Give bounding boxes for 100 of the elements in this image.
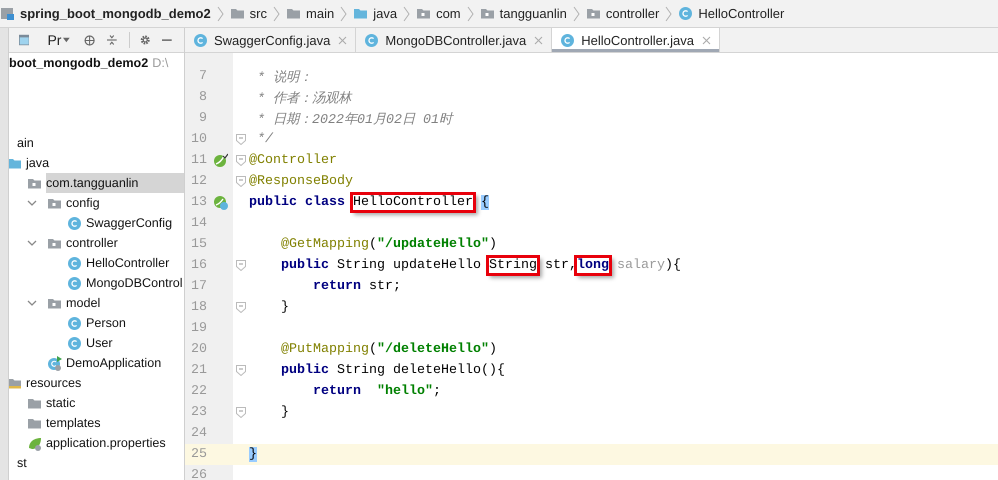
breadcrumb-item[interactable]: HelloController <box>698 6 784 21</box>
folder-icon <box>230 6 245 21</box>
fold-icon[interactable] <box>236 134 246 145</box>
tree-item[interactable]: templates <box>46 413 184 433</box>
editor-tab[interactable]: SwaggerConfig.java <box>185 28 356 52</box>
fold-icon[interactable] <box>236 302 246 313</box>
dropdown-icon[interactable] <box>63 37 70 43</box>
chevron-icon <box>572 6 580 22</box>
fold-icon[interactable] <box>236 407 246 418</box>
line-number: 17 <box>190 278 207 296</box>
code-line: return str; <box>312 279 401 294</box>
tree-item[interactable]: com.tangguanlin <box>46 173 184 193</box>
line-number: 19 <box>190 320 207 338</box>
module-icon <box>0 6 15 21</box>
line-number: 10 <box>190 131 207 149</box>
annotated-code: HelloController <box>352 195 473 210</box>
code-line: * 作者：汤观林 <box>256 90 351 106</box>
breadcrumb-item[interactable]: com <box>436 6 461 21</box>
crosshair-icon[interactable] <box>84 32 96 48</box>
chevron-icon <box>216 6 224 22</box>
line-number: 14 <box>190 215 207 233</box>
line-number: 8 <box>198 89 207 107</box>
line-number: 23 <box>190 404 207 422</box>
code-text: public class <box>249 195 346 210</box>
fold-icon[interactable] <box>236 365 246 376</box>
breadcrumb-item[interactable]: spring_boot_mongodb_demo2 <box>20 6 211 21</box>
tree-item[interactable]: MongoDBControl <box>86 273 184 293</box>
code-line: */ <box>256 132 273 147</box>
tree-item[interactable]: config <box>66 193 184 213</box>
code-text: String updateHello <box>337 258 482 273</box>
fold-icon[interactable] <box>236 176 246 187</box>
class-icon <box>67 256 82 270</box>
line-number: 24 <box>190 425 207 443</box>
line-number: 16 <box>190 257 207 275</box>
close-icon[interactable] <box>534 36 544 44</box>
folder-icon <box>286 6 302 21</box>
code-line: @ResponseBody <box>249 174 353 189</box>
chevron-icon <box>466 6 474 22</box>
project-root-name[interactable]: boot_mongodb_demo2 <box>9 56 148 70</box>
close-icon[interactable] <box>338 36 348 44</box>
chevron-icon[interactable] <box>27 198 37 208</box>
fold-icon[interactable] <box>236 260 246 271</box>
project-path: D:\ <box>152 56 168 70</box>
tree-item[interactable]: model <box>66 293 184 313</box>
line-number: 9 <box>198 110 207 128</box>
code-line: * 说明： <box>256 69 312 86</box>
line-number: 13 <box>190 194 207 212</box>
run-class-icon <box>47 356 62 370</box>
tree-item[interactable]: java <box>26 153 184 173</box>
fold-icon[interactable] <box>236 155 246 166</box>
code-line: } <box>280 405 289 420</box>
class-icon <box>678 6 694 21</box>
breadcrumb-item[interactable]: controller <box>606 6 660 21</box>
tree-item[interactable]: User <box>86 333 184 353</box>
editor-tab[interactable]: HelloController.java <box>552 28 720 52</box>
code-line: return "hello"; <box>312 384 441 399</box>
view-selector[interactable]: Pr <box>47 32 62 48</box>
leaf-icon <box>27 436 42 450</box>
breadcrumb-item[interactable]: src <box>250 6 268 21</box>
line-number: 21 <box>190 362 207 380</box>
chevron-icon <box>665 6 672 22</box>
code-text: ){ <box>664 258 681 273</box>
tree-item[interactable]: SwaggerConfig <box>86 213 184 233</box>
line-number: 15 <box>190 236 207 254</box>
breadcrumb-item[interactable]: main <box>306 6 334 21</box>
tree-item[interactable]: HelloController <box>86 253 184 273</box>
tree-item[interactable]: DemoApplication <box>66 353 184 373</box>
code-line: @Controller <box>249 153 337 168</box>
tree-item[interactable]: st <box>17 453 184 473</box>
package-icon <box>586 6 601 21</box>
breadcrumb-item[interactable]: java <box>373 6 398 21</box>
minimize-icon[interactable] <box>162 38 172 42</box>
folder-icon <box>353 6 368 21</box>
tree-item[interactable]: Person <box>86 313 184 333</box>
line-number: 22 <box>190 383 207 401</box>
package-icon <box>480 6 495 21</box>
collapse-icon[interactable] <box>107 33 118 47</box>
chevron-icon[interactable] <box>27 238 37 248</box>
code-line: @PutMapping("/deleteHello") <box>280 342 497 357</box>
matched-brace: } <box>249 447 257 462</box>
class-icon <box>67 216 82 230</box>
breadcrumb-item[interactable]: tangguanlin <box>500 6 567 21</box>
window-icon <box>19 33 30 47</box>
line-number: 11 <box>190 152 207 170</box>
settings-icon[interactable] <box>140 33 150 47</box>
tree-item[interactable]: static <box>46 393 184 413</box>
chevron-icon[interactable] <box>27 298 37 308</box>
class-icon <box>67 276 82 290</box>
tree-item[interactable]: ain <box>17 133 184 153</box>
chevron-icon <box>340 6 348 22</box>
class-icon <box>193 32 208 48</box>
bean-icon[interactable] <box>212 153 228 168</box>
close-icon[interactable] <box>702 36 711 44</box>
tree-item[interactable]: controller <box>66 233 184 253</box>
code-line: * 日期：2022年01月02日 01时 <box>256 111 452 128</box>
code-line: @GetMapping("/updateHello") <box>280 237 497 252</box>
code-text: str, <box>544 258 577 273</box>
tree-item[interactable]: resources <box>26 373 184 393</box>
tree-item[interactable]: application.properties <box>46 433 184 453</box>
annotated-code: long <box>576 258 609 273</box>
